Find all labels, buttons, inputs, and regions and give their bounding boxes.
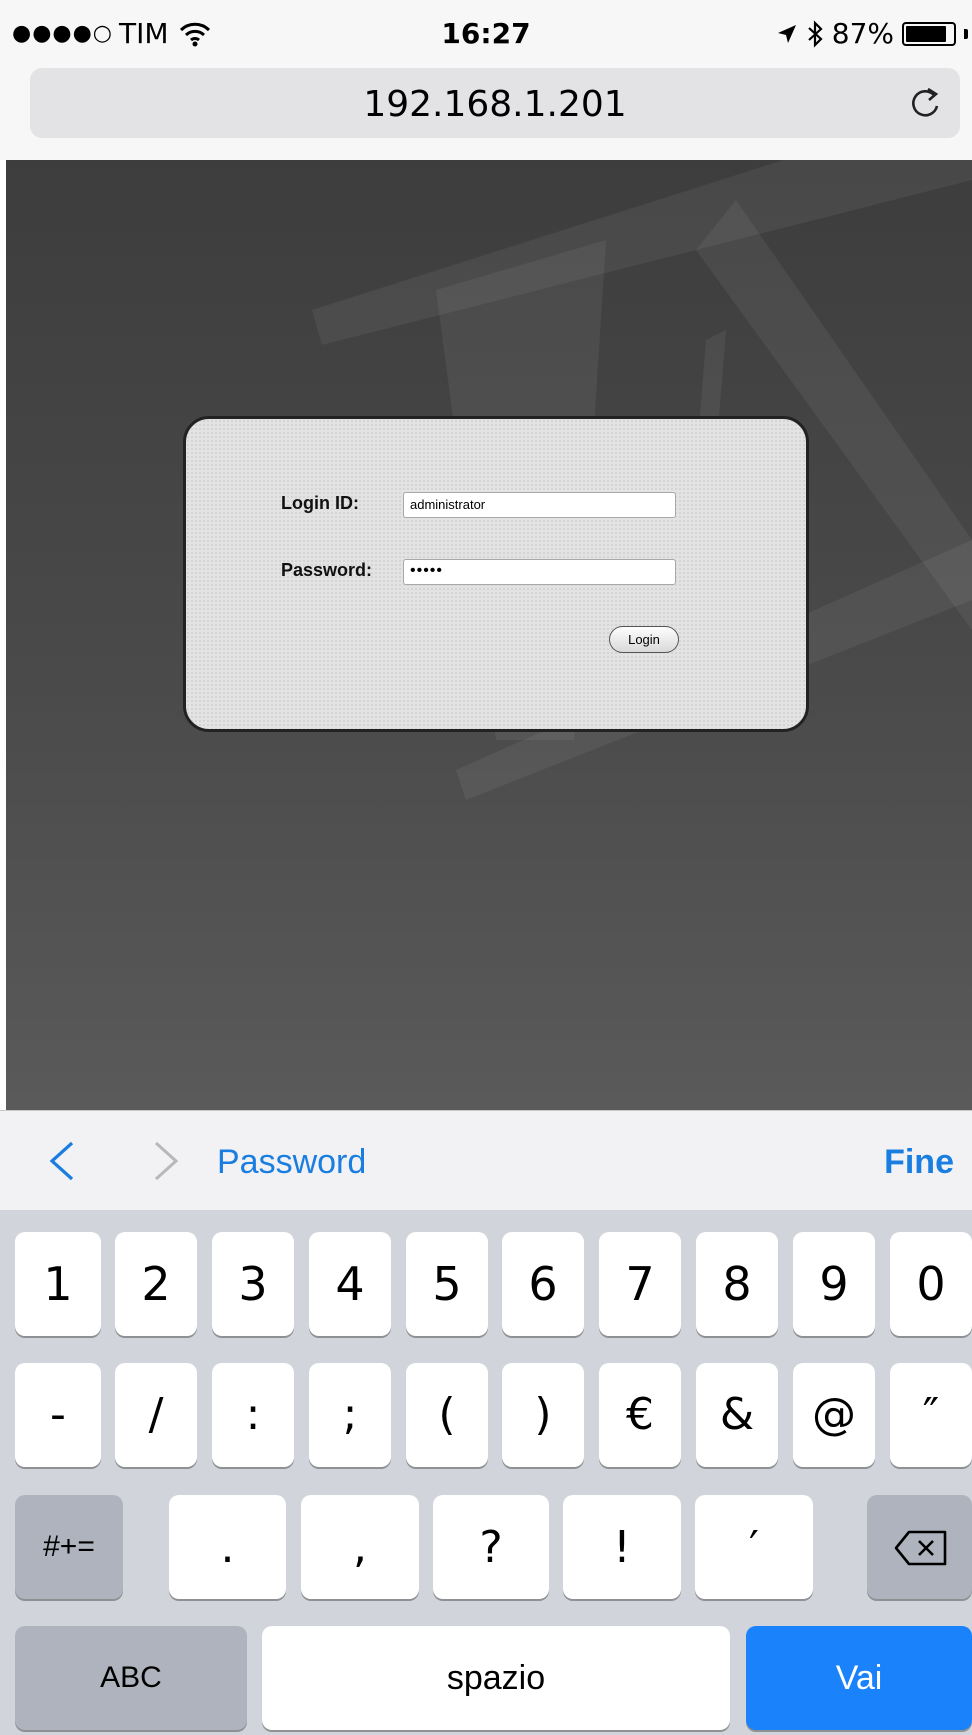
key-period[interactable]: . <box>169 1495 286 1599</box>
key-colon[interactable]: : <box>212 1363 294 1467</box>
key-ampersand[interactable]: & <box>696 1363 778 1467</box>
key-exclamation[interactable]: ! <box>563 1495 681 1599</box>
location-arrow-icon <box>777 24 796 43</box>
done-button[interactable]: Fine <box>884 1143 954 1182</box>
keyboard: 1 2 3 4 5 6 7 8 9 0 - / : ; ( ) € & @ ″ … <box>0 1210 972 1735</box>
space-key[interactable]: spazio <box>262 1626 730 1730</box>
reload-icon[interactable] <box>906 84 944 122</box>
browser-toolbar: 192.168.1.201 <box>0 64 972 160</box>
key-euro[interactable]: € <box>599 1363 681 1467</box>
battery-tip <box>964 28 968 39</box>
key-apostrophe[interactable]: ′ <box>695 1495 813 1599</box>
symbols-toggle-key[interactable]: #+= <box>15 1495 123 1599</box>
key-6[interactable]: 6 <box>502 1232 584 1336</box>
chevron-right-icon[interactable] <box>148 1139 184 1183</box>
login-id-label: Login ID: <box>281 493 359 513</box>
key-8[interactable]: 8 <box>696 1232 778 1336</box>
key-close-paren[interactable]: ) <box>502 1363 584 1467</box>
go-key[interactable]: Vai <box>746 1626 972 1730</box>
key-5[interactable]: 5 <box>406 1232 488 1336</box>
key-semicolon[interactable]: ; <box>309 1363 391 1467</box>
focused-field-name: Password <box>217 1143 367 1181</box>
web-page: Login ID: administrator Password: ••••• … <box>6 160 972 1110</box>
key-open-paren[interactable]: ( <box>406 1363 488 1467</box>
key-at[interactable]: @ <box>793 1363 875 1467</box>
battery-percent: 87% <box>831 17 894 50</box>
address-bar[interactable]: 192.168.1.201 <box>30 68 960 138</box>
login-id-input[interactable]: administrator <box>403 492 676 518</box>
key-4[interactable]: 4 <box>309 1232 391 1336</box>
key-slash[interactable]: / <box>115 1363 197 1467</box>
key-3[interactable]: 3 <box>212 1232 294 1336</box>
backspace-icon <box>894 1530 947 1566</box>
key-1[interactable]: 1 <box>15 1232 101 1336</box>
backspace-key[interactable] <box>867 1495 972 1599</box>
key-comma[interactable]: , <box>301 1495 419 1599</box>
url-text[interactable]: 192.168.1.201 <box>30 84 960 125</box>
key-9[interactable]: 9 <box>793 1232 875 1336</box>
password-input[interactable]: ••••• <box>403 559 676 585</box>
key-0[interactable]: 0 <box>890 1232 972 1336</box>
key-double-quote[interactable]: ″ <box>890 1363 972 1467</box>
login-panel: Login ID: administrator Password: ••••• … <box>183 416 809 732</box>
bluetooth-icon <box>808 19 823 48</box>
chevron-left-icon[interactable] <box>44 1139 80 1183</box>
battery-icon <box>902 21 956 46</box>
key-7[interactable]: 7 <box>599 1232 681 1336</box>
keyboard-accessory-bar: Password Fine <box>0 1110 972 1210</box>
status-bar: ●●●●○ TIM 16:27 87% <box>0 0 972 64</box>
key-hyphen[interactable]: - <box>15 1363 101 1467</box>
password-label: Password: <box>281 560 373 580</box>
status-right-group: 87% <box>776 17 968 50</box>
key-2[interactable]: 2 <box>115 1232 197 1336</box>
battery-level <box>906 25 946 42</box>
abc-key[interactable]: ABC <box>15 1626 247 1730</box>
key-question[interactable]: ? <box>433 1495 549 1599</box>
login-button[interactable]: Login <box>609 626 679 653</box>
